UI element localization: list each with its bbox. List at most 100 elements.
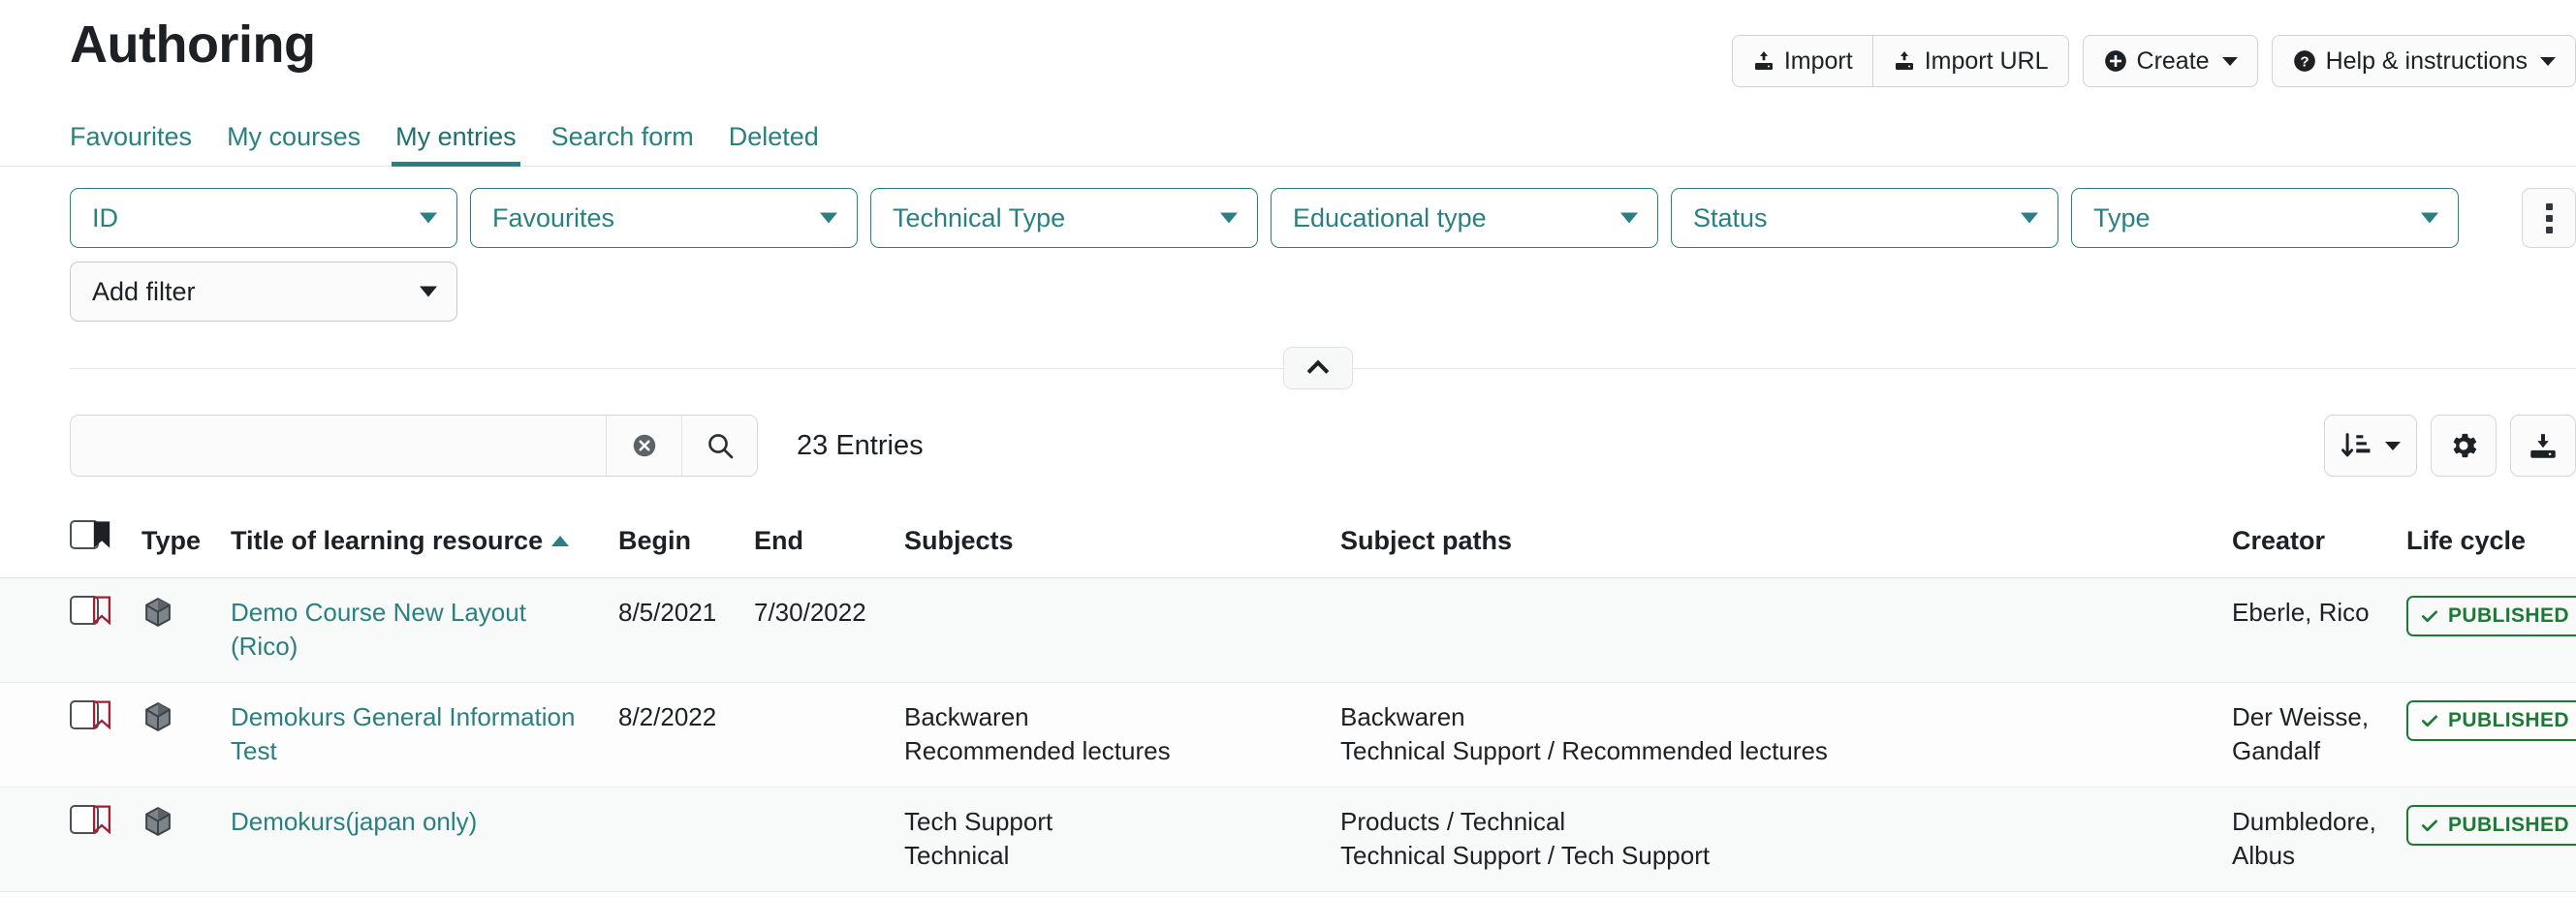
subject-item: Backwaren xyxy=(904,700,1321,734)
table-row[interactable]: Demokurs General Information Test 8/2/20… xyxy=(0,683,2576,788)
filter-id[interactable]: ID xyxy=(70,188,457,248)
svg-text:?: ? xyxy=(2300,53,2309,70)
sort-button[interactable] xyxy=(2324,415,2417,477)
clear-search-button[interactable] xyxy=(606,416,681,476)
table-head: Type Title of learning resource Begin En… xyxy=(0,498,2576,578)
filter-type-label: Type xyxy=(2093,203,2151,233)
row-subjects-cell xyxy=(895,578,1331,683)
check-icon xyxy=(2420,711,2439,730)
tab-my-entries[interactable]: My entries xyxy=(378,124,534,166)
table-header-row: Type Title of learning resource Begin En… xyxy=(0,498,2576,578)
chevron-down-icon xyxy=(1620,213,1638,224)
column-creator[interactable]: Creator xyxy=(2222,498,2397,578)
tab-my-courses[interactable]: My courses xyxy=(209,124,378,166)
status-badge-label: PUBLISHED xyxy=(2448,707,2569,734)
resource-link[interactable]: Demokurs(japan only) xyxy=(231,807,477,836)
filter-row-add: Add filter xyxy=(70,262,2576,322)
add-filter-select[interactable]: Add filter xyxy=(70,262,457,322)
resource-link[interactable]: Demokurs General Information Test xyxy=(231,702,575,765)
help-instructions-button[interactable]: ? Help & instructions xyxy=(2272,35,2576,87)
gear-icon xyxy=(2447,429,2480,462)
column-lifecycle[interactable]: Life cycle xyxy=(2397,498,2576,578)
table-row[interactable]: Demo Course New Layout (Rico) 8/5/2021 7… xyxy=(0,578,2576,683)
filter-favourites-label: Favourites xyxy=(492,203,614,233)
cube-icon xyxy=(141,700,174,733)
sort-descending-icon xyxy=(2340,429,2373,462)
upload-icon xyxy=(1752,49,1775,73)
row-subject-paths-cell xyxy=(1331,578,2222,683)
row-creator-cell: Der Weisse, Gandalf xyxy=(2222,683,2397,788)
table-row[interactable]: Demokurs(japan only) Tech Support Techni… xyxy=(0,788,2576,892)
filter-id-label: ID xyxy=(92,203,118,233)
chevron-down-icon xyxy=(420,287,437,297)
filter-technical-type[interactable]: Technical Type xyxy=(870,188,1258,248)
table-body: Demo Course New Layout (Rico) 8/5/2021 7… xyxy=(0,578,2576,892)
filter-educational-type[interactable]: Educational type xyxy=(1271,188,1658,248)
row-type-cell xyxy=(132,788,221,892)
results-table-wrap: Type Title of learning resource Begin En… xyxy=(0,498,2576,892)
chevron-down-icon xyxy=(2021,213,2038,224)
column-type[interactable]: Type xyxy=(132,498,221,578)
bookmark-outline-icon[interactable] xyxy=(89,805,114,834)
subject-path-item: Backwaren xyxy=(1340,700,2213,734)
status-badge-label: PUBLISHED xyxy=(2448,812,2569,839)
collapse-filters-button[interactable] xyxy=(1283,347,1353,389)
import-button-label: Import xyxy=(1784,47,1853,76)
chevron-down-icon xyxy=(2385,442,2401,450)
row-title-cell: Demo Course New Layout (Rico) xyxy=(221,578,609,683)
table-toolbar xyxy=(2324,415,2576,477)
plus-circle-icon xyxy=(2103,48,2128,74)
search-input[interactable] xyxy=(71,416,606,476)
status-badge: PUBLISHED xyxy=(2406,700,2576,741)
column-title[interactable]: Title of learning resource xyxy=(221,498,609,578)
download-icon xyxy=(2527,429,2560,462)
bookmark-outline-icon[interactable] xyxy=(89,596,114,625)
column-subject-paths[interactable]: Subject paths xyxy=(1331,498,2222,578)
column-begin[interactable]: Begin xyxy=(609,498,744,578)
subject-path-item: Technical Support / Recommended lectures xyxy=(1340,734,2213,768)
chevron-down-icon xyxy=(420,213,437,224)
status-badge: PUBLISHED xyxy=(2406,596,2576,636)
download-button[interactable] xyxy=(2510,415,2576,477)
tab-search-form[interactable]: Search form xyxy=(534,124,711,166)
row-creator-cell: Dumbledore, Albus xyxy=(2222,788,2397,892)
entries-count: 23 Entries xyxy=(797,430,924,462)
filter-status-label: Status xyxy=(1693,203,1768,233)
submit-search-button[interactable] xyxy=(681,416,757,476)
filter-area: ID Favourites Technical Type Educational… xyxy=(0,167,2576,322)
import-url-button[interactable]: Import URL xyxy=(1872,35,2069,87)
row-subjects-cell: Backwaren Recommended lectures xyxy=(895,683,1331,788)
tab-deleted[interactable]: Deleted xyxy=(711,124,836,166)
subject-path-item: Technical Support / Tech Support xyxy=(1340,839,2213,873)
filter-technical-type-label: Technical Type xyxy=(893,203,1065,233)
tab-favourites[interactable]: Favourites xyxy=(70,124,209,166)
column-select-all xyxy=(0,498,79,578)
import-button[interactable]: Import xyxy=(1732,35,1873,87)
header-actions: Import Import URL xyxy=(1732,35,2576,87)
column-end[interactable]: End xyxy=(744,498,895,578)
page-title: Authoring xyxy=(70,17,315,73)
filter-favourites[interactable]: Favourites xyxy=(470,188,858,248)
column-subjects[interactable]: Subjects xyxy=(895,498,1331,578)
bookmark-outline-icon[interactable] xyxy=(89,700,114,729)
table-settings-button[interactable] xyxy=(2431,415,2497,477)
filter-status[interactable]: Status xyxy=(1671,188,2058,248)
check-icon xyxy=(2420,606,2439,626)
row-subject-paths-cell: Backwaren Technical Support / Recommende… xyxy=(1331,683,2222,788)
filter-more-menu-button[interactable] xyxy=(2522,188,2576,248)
row-title-cell: Demokurs General Information Test xyxy=(221,683,609,788)
resource-link[interactable]: Demo Course New Layout (Rico) xyxy=(231,598,526,661)
row-title-cell: Demokurs(japan only) xyxy=(221,788,609,892)
kebab-menu-icon xyxy=(2546,203,2553,233)
help-instructions-button-label: Help & instructions xyxy=(2326,47,2528,76)
filter-type[interactable]: Type xyxy=(2071,188,2459,248)
filter-educational-type-label: Educational type xyxy=(1293,203,1487,233)
chevron-down-icon xyxy=(2421,213,2438,224)
page-header: Authoring Import xyxy=(0,0,2576,101)
row-end-cell xyxy=(744,788,895,892)
chevron-up-icon xyxy=(1307,360,1330,383)
row-begin-cell: 8/5/2021 xyxy=(609,578,744,683)
clear-circle-icon xyxy=(630,431,659,460)
create-button[interactable]: Create xyxy=(2083,35,2258,87)
create-button-label: Create xyxy=(2137,47,2210,76)
